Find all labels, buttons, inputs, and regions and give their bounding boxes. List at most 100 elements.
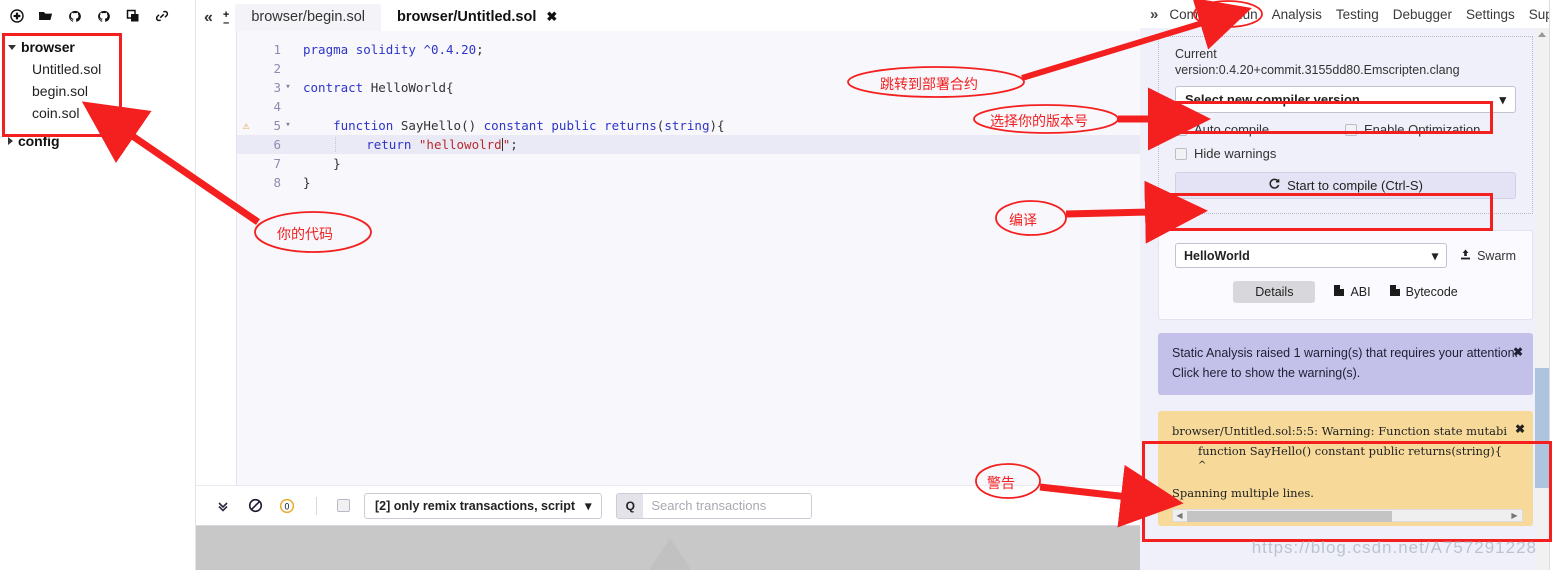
file-explorer-panel: browser Untitled.sol begin.sol coin.sol … bbox=[0, 0, 196, 570]
code-line: 8 } bbox=[237, 173, 1140, 192]
zero-count-icon[interactable]: 0 bbox=[278, 497, 296, 515]
chevron-down-icon: ▾ bbox=[585, 499, 592, 513]
chevron-double-down-icon[interactable] bbox=[214, 497, 232, 515]
compiler-version-select[interactable]: Select new compiler version ▾ bbox=[1175, 86, 1516, 113]
transaction-filter-label: [2] only remix transactions, script bbox=[375, 498, 576, 513]
tree-file-begin[interactable]: begin.sol bbox=[6, 80, 195, 102]
start-to-compile-button[interactable]: Start to compile (Ctrl-S) bbox=[1175, 172, 1516, 199]
copy-file-icon bbox=[1333, 284, 1345, 300]
contract-select[interactable]: HelloWorld ▾ bbox=[1175, 243, 1448, 268]
current-version-text: version:0.4.20+commit.3155dd80.Emscripte… bbox=[1175, 63, 1460, 77]
upload-icon bbox=[1459, 248, 1472, 264]
toolbar-divider bbox=[316, 496, 317, 515]
expand-tabs-icon[interactable]: » bbox=[1150, 6, 1162, 23]
tab-analysis[interactable]: Analysis bbox=[1265, 7, 1329, 22]
scrollbar-thumb[interactable] bbox=[1535, 368, 1549, 488]
auto-compile-option[interactable]: Auto compile bbox=[1175, 122, 1345, 137]
scrollbar-thumb[interactable] bbox=[1187, 511, 1392, 522]
hide-warnings-option[interactable]: Hide warnings bbox=[1175, 146, 1276, 161]
open-folder-icon[interactable] bbox=[38, 9, 53, 24]
compiler-settings-box: Current version:0.4.20+commit.3155dd80.E… bbox=[1158, 36, 1533, 214]
scroll-right-icon[interactable]: ▶ bbox=[1508, 506, 1521, 526]
code-line: 7 } bbox=[237, 154, 1140, 173]
annotation-label-jump-deploy: 跳转到部署合约 bbox=[880, 77, 978, 93]
warning-line-4: Spanning multiple lines. bbox=[1172, 486, 1314, 500]
line-number: 5 bbox=[273, 118, 281, 133]
tab-label: browser/begin.sol bbox=[251, 9, 365, 25]
copy-icon[interactable] bbox=[125, 9, 140, 24]
right-panel: » Compile Run Analysis Testing Debugger … bbox=[1140, 0, 1557, 570]
terminal-select-all-checkbox[interactable] bbox=[337, 499, 350, 512]
fold-toggle[interactable]: ▾ bbox=[281, 78, 295, 97]
hide-warnings-checkbox[interactable] bbox=[1175, 147, 1187, 160]
tree-folder-config-label: config bbox=[18, 133, 60, 149]
search-input[interactable] bbox=[643, 493, 812, 518]
remix-ide-window: browser Untitled.sol begin.sol coin.sol … bbox=[0, 0, 1557, 570]
abi-label: ABI bbox=[1350, 285, 1371, 299]
close-icon[interactable]: ✖ bbox=[1515, 419, 1525, 439]
annotation-label-warning: 警告 bbox=[987, 476, 1015, 492]
warning-line-1: browser/Untitled.sol:5:5: Warning: Funct… bbox=[1172, 424, 1508, 438]
caret-right-icon bbox=[8, 137, 13, 146]
compiler-warning-box: ✖ browser/Untitled.sol:5:5: Warning: Fun… bbox=[1158, 411, 1533, 526]
enable-optimization-option[interactable]: Enable Optimization bbox=[1345, 122, 1480, 137]
right-panel-scrollbar[interactable] bbox=[1535, 28, 1549, 570]
static-analysis-line-2: Click here to show the warning(s). bbox=[1172, 366, 1361, 380]
create-file-icon[interactable] bbox=[9, 9, 24, 24]
ban-icon[interactable] bbox=[246, 497, 264, 515]
swarm-publish-button[interactable]: Swarm bbox=[1459, 248, 1516, 264]
tree-file-coin[interactable]: coin.sol bbox=[6, 102, 195, 124]
scroll-up-icon[interactable] bbox=[1538, 32, 1546, 37]
scroll-left-icon[interactable]: ◀ bbox=[1173, 506, 1186, 526]
tree-folder-browser[interactable]: browser bbox=[6, 36, 195, 58]
fold-toggle[interactable]: ▾ bbox=[281, 116, 295, 135]
enable-optimization-checkbox[interactable] bbox=[1345, 123, 1357, 136]
tab-browser-begin-sol[interactable]: browser/begin.sol bbox=[235, 4, 381, 31]
code-text: } bbox=[303, 156, 341, 171]
tab-debugger[interactable]: Debugger bbox=[1386, 7, 1459, 22]
code-text: } bbox=[303, 175, 311, 190]
tab-label: browser/Untitled.sol bbox=[397, 9, 537, 25]
warning-triangle-icon[interactable]: ⚠ bbox=[237, 116, 255, 135]
tree-folder-config[interactable]: config bbox=[6, 130, 195, 152]
font-size-controls[interactable]: + – bbox=[221, 10, 235, 31]
tab-settings[interactable]: Settings bbox=[1459, 7, 1522, 22]
auto-compile-checkbox[interactable] bbox=[1175, 123, 1187, 136]
code-text: return "hellowolrd"; bbox=[295, 135, 518, 154]
collapse-panel-icon[interactable]: « bbox=[196, 9, 221, 31]
font-decrease-icon[interactable]: – bbox=[223, 18, 229, 29]
tab-testing[interactable]: Testing bbox=[1329, 7, 1386, 22]
bytecode-button[interactable]: Bytecode bbox=[1389, 284, 1458, 300]
close-icon[interactable]: ✖ bbox=[546, 9, 557, 25]
hide-warnings-label: Hide warnings bbox=[1194, 146, 1277, 161]
github-publish-icon[interactable] bbox=[67, 9, 82, 24]
code-text: function SayHello() constant public retu… bbox=[333, 118, 725, 133]
tab-compile[interactable]: Compile bbox=[1162, 7, 1226, 22]
gist-publish-icon[interactable] bbox=[96, 9, 111, 24]
static-analysis-line-1: Static Analysis raised 1 warning(s) that… bbox=[1172, 346, 1519, 360]
tab-browser-untitled-sol[interactable]: browser/Untitled.sol ✖ bbox=[381, 4, 566, 31]
code-line: 1 pragma solidity ^0.4.20; bbox=[237, 40, 1140, 59]
code-editor[interactable]: 1 pragma solidity ^0.4.20; 2 3 ▾ contrac… bbox=[236, 31, 1140, 485]
warning-line-2: function SayHello() constant public retu… bbox=[1198, 444, 1503, 458]
terminal-triangle-decoration bbox=[648, 538, 692, 570]
warning-line-3: ^ bbox=[1198, 460, 1207, 471]
terminal-pane[interactable] bbox=[196, 525, 1140, 570]
caret-down-icon bbox=[8, 44, 16, 50]
compiler-options-row-2: Hide warnings bbox=[1175, 146, 1516, 161]
line-number: 1 bbox=[273, 42, 281, 57]
close-icon[interactable]: ✖ bbox=[1513, 342, 1523, 362]
search-icon[interactable]: Q bbox=[617, 493, 644, 518]
transaction-filter-select[interactable]: [2] only remix transactions, script ▾ bbox=[364, 492, 603, 519]
code-text: contract HelloWorld{ bbox=[303, 80, 454, 95]
file-tree: browser Untitled.sol begin.sol coin.sol … bbox=[0, 30, 195, 152]
abi-button[interactable]: ABI bbox=[1333, 284, 1371, 300]
warning-horizontal-scrollbar[interactable]: ◀ ▶ bbox=[1172, 509, 1523, 522]
static-analysis-banner[interactable]: Static Analysis raised 1 warning(s) that… bbox=[1158, 333, 1533, 395]
tab-run[interactable]: Run bbox=[1226, 7, 1265, 22]
details-button[interactable]: Details bbox=[1233, 281, 1316, 303]
transaction-search[interactable]: Q bbox=[616, 492, 813, 519]
refresh-icon bbox=[1268, 178, 1280, 193]
link-icon[interactable] bbox=[154, 9, 169, 24]
tree-file-untitled[interactable]: Untitled.sol bbox=[6, 58, 195, 80]
